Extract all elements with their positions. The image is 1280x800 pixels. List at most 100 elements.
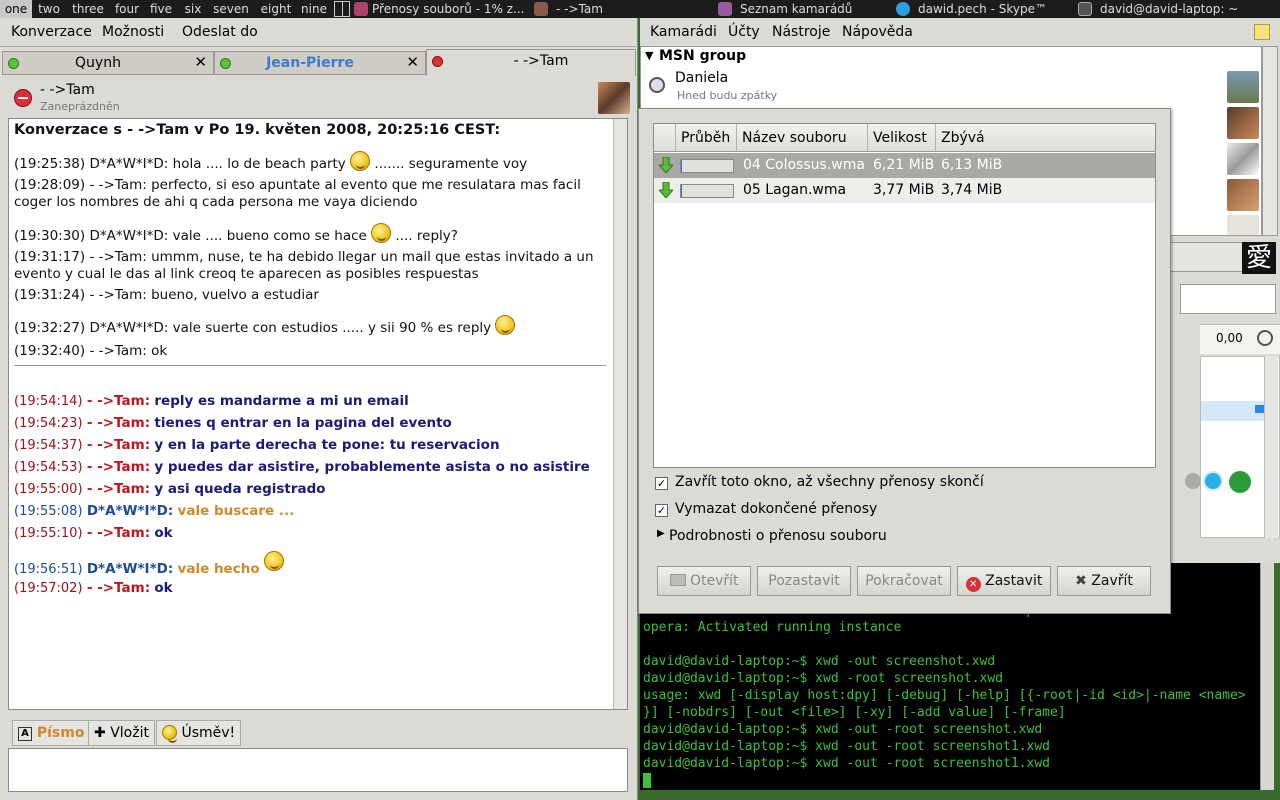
buddy-icon-image[interactable]: 愛	[1242, 242, 1276, 274]
buddy-avatar	[1227, 71, 1259, 103]
transfer-details-expander[interactable]: Podrobnosti o přenosu souboru	[669, 528, 887, 544]
group-name[interactable]: MSN group	[659, 48, 746, 64]
file-remaining: 6,13 MiB	[941, 157, 1003, 173]
expander-arrow-icon[interactable]: ▶	[657, 528, 665, 539]
separator	[0, 46, 638, 47]
file-transfer-dialog: Průběh Název souboru Velikost Zbývá 04 C…	[638, 108, 1171, 614]
menu-buddies[interactable]: Kamarádi	[650, 24, 717, 40]
progress-bar	[680, 184, 734, 198]
font-button[interactable]: A Písmo	[12, 720, 91, 746]
message-nick: - ->Tam:	[86, 459, 151, 475]
buddy-status: Hned budu zpátky	[677, 89, 778, 102]
transfer-list[interactable]: Průběh Název souboru Velikost Zbývá 04 C…	[653, 123, 1156, 468]
stop-button[interactable]: ✕ Zastavit	[957, 566, 1051, 596]
message-line: (19:54:37) - ->Tam: y en la parte derech…	[14, 437, 500, 453]
chevron-down-icon[interactable]	[1185, 473, 1201, 489]
smile-button[interactable]: Úsměv!	[156, 720, 242, 746]
expand-icon[interactable]: ▼	[645, 49, 653, 62]
clock-icon[interactable]	[1257, 330, 1273, 346]
skype-scrollbar[interactable]	[1264, 356, 1278, 538]
column-header-size[interactable]: Velikost	[868, 124, 936, 152]
message-time: (19:55:10)	[14, 526, 83, 541]
workspace-seven[interactable]: seven	[210, 0, 252, 18]
history-line: (19:25:38) D*A*W*I*D: hola .... lo de be…	[14, 151, 527, 172]
message-line: (19:54:23) - ->Tam: tienes q entrar en l…	[14, 415, 452, 431]
history-line: (19:32:40) - ->Tam: ok	[14, 343, 168, 359]
column-header-filename[interactable]: Název souboru	[737, 124, 868, 152]
buddy-avatar	[1227, 215, 1259, 235]
message-line: (19:56:51) D*A*W*I*D: vale hecho	[14, 551, 284, 577]
menu-conversation[interactable]: Konverzace	[11, 24, 92, 40]
tab-tam[interactable]: - ->Tam	[426, 49, 636, 76]
workspace-eight[interactable]: eight	[256, 0, 296, 18]
close-icon[interactable]: ✕	[406, 53, 419, 71]
buddy-avatar	[1227, 143, 1259, 175]
workspace-three[interactable]: three	[68, 0, 108, 18]
workspace-nine[interactable]: nine	[298, 0, 330, 18]
terminal-line: david@david-laptop:~$ xwd -root screensh…	[643, 671, 1004, 686]
resume-button[interactable]: Pokračovat	[857, 566, 951, 596]
buddy-row[interactable]: Daniela Hned budu zpátky	[641, 69, 1261, 107]
conversation-header: Konverzace s - ->Tam v Po 19. květen 200…	[14, 122, 501, 138]
pager-icon[interactable]	[334, 1, 350, 17]
contact-status: Zaneprázdněn	[40, 100, 120, 113]
close-when-done-checkbox[interactable]: ✓	[655, 477, 668, 490]
tab-quynh[interactable]: Quynh ✕	[2, 51, 214, 75]
column-header-progress[interactable]: Průběh	[676, 124, 737, 152]
chat-scrollbar[interactable]	[613, 119, 627, 709]
column-header-icon[interactable]	[654, 124, 676, 152]
menu-tools[interactable]: Nástroje	[772, 24, 830, 40]
chat-bubble-icon[interactable]	[1203, 471, 1223, 491]
open-button[interactable]: Otevřít	[657, 566, 751, 596]
close-button[interactable]: ✖ Zavřít	[1057, 566, 1151, 596]
message-input[interactable]	[8, 748, 628, 792]
workspace-five[interactable]: five	[146, 0, 176, 18]
tab-jean-pierre[interactable]: Jean-Pierre ✕	[214, 51, 426, 75]
terminal-line: }] [-nobdrs] [-out <file>] [-xy] [-add v…	[643, 705, 1066, 720]
menu-send-to[interactable]: Odeslat do	[182, 24, 258, 40]
close-icon[interactable]: ✕	[194, 53, 207, 71]
buddy-scrollbar[interactable]	[1262, 46, 1278, 236]
transfer-row[interactable]: 05 Lagan.wma 3,77 MiB 3,74 MiB	[654, 178, 1155, 203]
message-text: reply es mandarme a mi un email	[154, 393, 409, 409]
clear-finished-checkbox[interactable]: ✓	[655, 504, 668, 517]
message-nick: D*A*W*I*D:	[86, 561, 174, 577]
workspace-four[interactable]: four	[112, 0, 142, 18]
workspace-one[interactable]: one	[0, 0, 32, 18]
skype-toolbar: 0,00	[1200, 324, 1280, 354]
workspace-two[interactable]: two	[34, 0, 64, 18]
tab-label: Quynh	[75, 55, 121, 71]
pause-button[interactable]: Pozastavit	[757, 566, 851, 596]
task-file-transfers[interactable]: Přenosy souborů - 1% z...	[372, 0, 526, 18]
task-terminal[interactable]: david@david-laptop: ~	[1100, 0, 1280, 18]
chat-log[interactable]: Konverzace s - ->Tam v Po 19. květen 200…	[8, 118, 628, 710]
terminal-scrollbar[interactable]	[1260, 563, 1274, 790]
message-time: (19:54:23)	[14, 416, 83, 431]
column-header-remaining[interactable]: Zbývá	[936, 124, 1155, 152]
history-separator	[14, 365, 606, 366]
message-text: y asi queda registrado	[154, 481, 326, 497]
credit-balance: 0,00	[1216, 331, 1243, 345]
transfer-row[interactable]: 04 Colossus.wma 6,21 MiB 6,13 MiB	[654, 153, 1155, 178]
taskbar: one two three four five six seven eight …	[0, 0, 1280, 18]
progress-fill	[681, 160, 683, 172]
message-nick: - ->Tam:	[86, 415, 151, 431]
terminal-line: david@david-laptop:~$ xwd -out -root scr…	[643, 739, 1050, 754]
plus-icon: ✚	[94, 725, 106, 741]
task-skype[interactable]: dawid.pech - Skype™	[918, 0, 1068, 18]
notes-icon[interactable]	[1254, 24, 1270, 40]
menu-accounts[interactable]: Účty	[728, 24, 760, 40]
task-chat-tam[interactable]: - ->Tam	[556, 0, 636, 18]
insert-button[interactable]: ✚ Vložit	[88, 720, 155, 746]
buddy-avatar	[1227, 107, 1259, 139]
task-buddy-list[interactable]: Seznam kamarádů	[740, 0, 880, 18]
message-line: (19:55:00) - ->Tam: y asi queda registra…	[14, 481, 326, 497]
workspace-six[interactable]: six	[180, 0, 206, 18]
skype-search-field[interactable]	[1180, 284, 1276, 314]
folder-icon	[669, 574, 686, 586]
file-size: 3,77 MiB	[873, 182, 935, 198]
call-icon[interactable]	[1229, 471, 1251, 493]
menu-options[interactable]: Možnosti	[102, 24, 164, 40]
menu-help[interactable]: Nápověda	[842, 24, 913, 40]
smiley-icon	[162, 725, 177, 743]
